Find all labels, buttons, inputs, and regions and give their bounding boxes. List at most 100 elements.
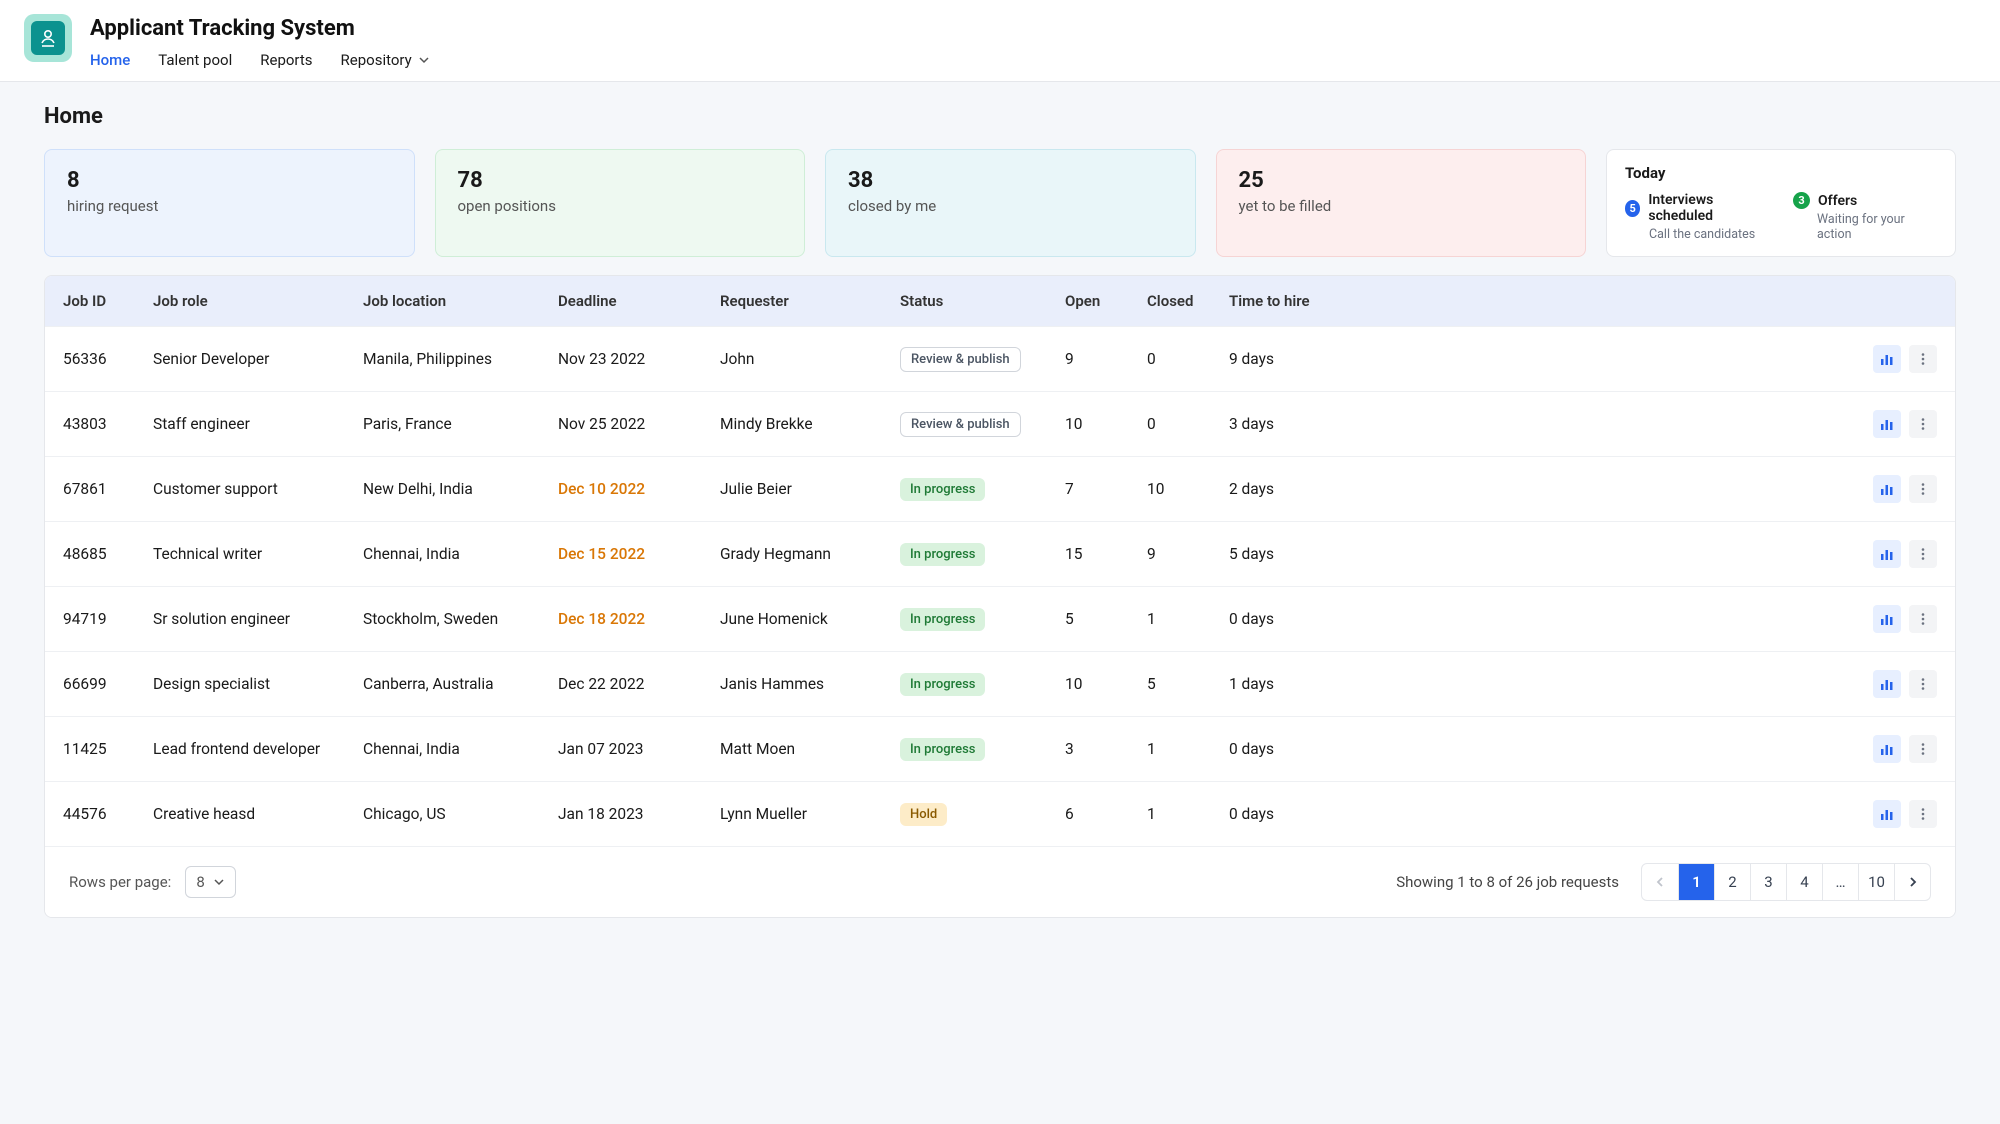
stat-open-positions[interactable]: 78 open positions (435, 149, 806, 257)
col-closed[interactable]: Closed (1147, 292, 1229, 310)
cell-requester: Mindy Brekke (720, 415, 900, 433)
pager-next[interactable] (1894, 864, 1930, 900)
rows-per-page: Rows per page: 8 (69, 866, 236, 898)
nav-repository[interactable]: Repository (341, 51, 430, 69)
cell-open: 6 (1065, 805, 1147, 823)
cell-closed: 1 (1147, 805, 1229, 823)
row-chart-button[interactable] (1873, 475, 1901, 503)
cell-job-id: 56336 (63, 350, 153, 368)
today-offers[interactable]: 3 Offers Waiting for your action (1793, 192, 1937, 242)
interviews-label: Interviews scheduled (1648, 192, 1769, 224)
stat-cards-row: 8 hiring request 78 open positions 38 cl… (44, 149, 1956, 257)
cell-job-role: Customer support (153, 480, 363, 498)
row-more-button[interactable] (1909, 735, 1937, 763)
table-row[interactable]: 94719Sr solution engineerStockholm, Swed… (45, 586, 1955, 651)
stat-closed-by-me[interactable]: 38 closed by me (825, 149, 1196, 257)
status-badge: In progress (900, 478, 985, 501)
nav-home[interactable]: Home (90, 51, 130, 69)
table-row[interactable]: 66699Design specialistCanberra, Australi… (45, 651, 1955, 716)
cell-closed: 0 (1147, 415, 1229, 433)
cell-job-role: Staff engineer (153, 415, 363, 433)
chevron-down-icon (418, 54, 430, 66)
rows-per-page-value: 8 (196, 873, 204, 891)
table-row[interactable]: 67861Customer supportNew Delhi, IndiaDec… (45, 456, 1955, 521)
table-row[interactable]: 48685Technical writerChennai, IndiaDec 1… (45, 521, 1955, 586)
row-chart-button[interactable] (1873, 345, 1901, 373)
cell-deadline: Nov 25 2022 (558, 415, 720, 433)
row-chart-button[interactable] (1873, 410, 1901, 438)
col-requester[interactable]: Requester (720, 292, 900, 310)
cell-job-location: Manila, Philippines (363, 350, 558, 368)
jobs-table: Job ID Job role Job location Deadline Re… (44, 275, 1956, 918)
cell-open: 9 (1065, 350, 1147, 368)
cell-closed: 1 (1147, 740, 1229, 758)
nav-talent-pool[interactable]: Talent pool (158, 51, 232, 69)
col-status[interactable]: Status (900, 292, 1065, 310)
col-job-id[interactable]: Job ID (63, 292, 153, 310)
stat-yet-to-be-filled[interactable]: 25 yet to be filled (1216, 149, 1587, 257)
today-interviews[interactable]: 5 Interviews scheduled Call the candidat… (1625, 192, 1769, 242)
pager-page[interactable]: 3 (1750, 864, 1786, 900)
cell-job-id: 43803 (63, 415, 153, 433)
pager-prev[interactable] (1642, 864, 1678, 900)
col-job-location[interactable]: Job location (363, 292, 558, 310)
status-badge: Review & publish (900, 347, 1021, 372)
more-vertical-icon (1916, 742, 1930, 756)
row-more-button[interactable] (1909, 800, 1937, 828)
pager-page[interactable]: 2 (1714, 864, 1750, 900)
table-row[interactable]: 43803Staff engineerParis, FranceNov 25 2… (45, 391, 1955, 456)
table-row[interactable]: 11425Lead frontend developerChennai, Ind… (45, 716, 1955, 781)
stat-hiring-request[interactable]: 8 hiring request (44, 149, 415, 257)
row-more-button[interactable] (1909, 475, 1937, 503)
row-more-button[interactable] (1909, 605, 1937, 633)
rows-per-page-select[interactable]: 8 (185, 866, 235, 898)
cell-requester: Julie Beier (720, 480, 900, 498)
stat-label: open positions (458, 197, 783, 215)
col-deadline[interactable]: Deadline (558, 292, 720, 310)
stat-label: yet to be filled (1239, 197, 1564, 215)
pager-ellipsis: … (1822, 864, 1858, 900)
pagination: 1234…10 (1641, 863, 1931, 901)
cell-closed: 1 (1147, 610, 1229, 628)
pager-page[interactable]: 4 (1786, 864, 1822, 900)
bar-chart-icon (1880, 677, 1894, 691)
row-chart-button[interactable] (1873, 605, 1901, 633)
row-chart-button[interactable] (1873, 735, 1901, 763)
col-time-to-hire[interactable]: Time to hire (1229, 292, 1357, 310)
cell-closed: 10 (1147, 480, 1229, 498)
pager-page[interactable]: 10 (1858, 864, 1894, 900)
row-more-button[interactable] (1909, 540, 1937, 568)
page-title: Home (44, 104, 1956, 129)
nav-reports[interactable]: Reports (260, 51, 312, 69)
col-open[interactable]: Open (1065, 292, 1147, 310)
app-logo-icon (31, 21, 65, 55)
cell-status: In progress (900, 738, 1065, 761)
row-more-button[interactable] (1909, 670, 1937, 698)
table-row[interactable]: 56336Senior DeveloperManila, Philippines… (45, 326, 1955, 391)
bar-chart-icon (1880, 417, 1894, 431)
cell-deadline: Nov 23 2022 (558, 350, 720, 368)
cell-time-to-hire: 2 days (1229, 480, 1357, 498)
pager-page[interactable]: 1 (1678, 864, 1714, 900)
row-chart-button[interactable] (1873, 540, 1901, 568)
cell-requester: Matt Moen (720, 740, 900, 758)
bar-chart-icon (1880, 547, 1894, 561)
row-more-button[interactable] (1909, 410, 1937, 438)
cell-requester: June Homenick (720, 610, 900, 628)
row-chart-button[interactable] (1873, 800, 1901, 828)
cell-job-location: Chennai, India (363, 740, 558, 758)
cell-deadline: Dec 15 2022 (558, 545, 720, 563)
cell-time-to-hire: 0 days (1229, 805, 1357, 823)
today-title: Today (1625, 164, 1937, 182)
row-more-button[interactable] (1909, 345, 1937, 373)
cell-time-to-hire: 0 days (1229, 610, 1357, 628)
row-chart-button[interactable] (1873, 670, 1901, 698)
cell-job-location: Paris, France (363, 415, 558, 433)
table-footer: Rows per page: 8 Showing 1 to 8 of 26 jo… (45, 846, 1955, 917)
cell-job-role: Sr solution engineer (153, 610, 363, 628)
table-row[interactable]: 44576Creative heasdChicago, USJan 18 202… (45, 781, 1955, 846)
col-job-role[interactable]: Job role (153, 292, 363, 310)
cell-time-to-hire: 5 days (1229, 545, 1357, 563)
cell-status: In progress (900, 478, 1065, 501)
stat-value: 8 (67, 168, 392, 193)
